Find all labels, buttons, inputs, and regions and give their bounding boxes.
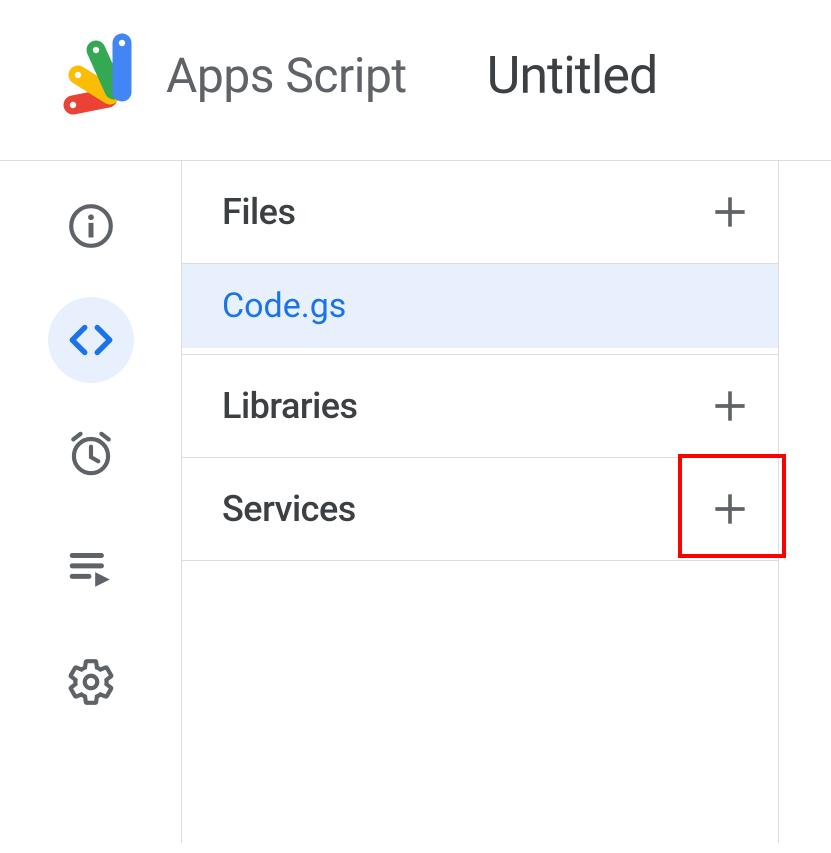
section-libraries: Libraries	[182, 355, 778, 458]
services-label: Services	[222, 488, 356, 530]
section-header-services: Services	[182, 458, 778, 560]
code-icon	[66, 315, 116, 365]
files-label: Files	[222, 191, 296, 233]
plus-icon	[708, 487, 752, 531]
info-icon	[66, 201, 116, 251]
app-name: Apps Script	[166, 47, 407, 104]
content-area	[779, 161, 831, 843]
section-header-libraries: Libraries	[182, 355, 778, 457]
plus-icon	[708, 190, 752, 234]
body: Files Code.gs Libraries	[0, 160, 831, 843]
apps-script-logo-icon	[60, 30, 150, 120]
section-services: Services	[182, 458, 778, 561]
playlist-play-icon	[66, 543, 116, 593]
nav-settings[interactable]	[48, 639, 134, 725]
plus-icon	[708, 384, 752, 428]
file-item[interactable]: Code.gs	[182, 264, 778, 348]
nav-editor[interactable]	[48, 297, 134, 383]
add-file-button[interactable]	[702, 184, 758, 240]
project-title[interactable]: Untitled	[487, 45, 658, 106]
add-service-button[interactable]	[702, 481, 758, 537]
section-files: Files	[182, 161, 778, 264]
side-panel: Files Code.gs Libraries	[182, 161, 779, 843]
app-header: Apps Script Untitled	[0, 0, 831, 160]
nav-executions[interactable]	[48, 525, 134, 611]
nav-overview[interactable]	[48, 183, 134, 269]
nav-triggers[interactable]	[48, 411, 134, 497]
libraries-label: Libraries	[222, 385, 358, 427]
gear-icon	[66, 657, 116, 707]
file-list: Code.gs	[182, 264, 778, 355]
logo-wrap: Apps Script	[60, 30, 407, 120]
section-header-files: Files	[182, 161, 778, 263]
add-library-button[interactable]	[702, 378, 758, 434]
nav-rail	[0, 161, 182, 843]
alarm-clock-icon	[66, 429, 116, 479]
